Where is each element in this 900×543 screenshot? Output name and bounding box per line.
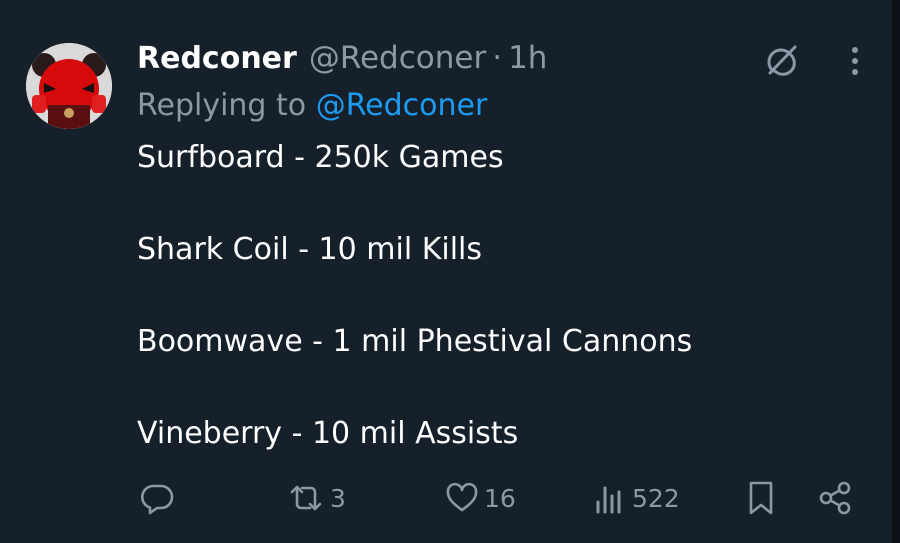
more-icon[interactable] — [846, 44, 864, 78]
like-button[interactable]: 16 — [444, 478, 516, 518]
post-text-line: Shark Coil - 10 mil Kills — [137, 232, 482, 267]
post-text-line: Boomwave - 1 mil Phestival Cannons — [137, 324, 693, 359]
replying-to-handle[interactable]: @Redconer — [316, 88, 488, 123]
views-button[interactable]: 522 — [594, 478, 680, 518]
replying-to: Replying to @Redconer — [137, 88, 487, 123]
scrollbar-edge — [892, 0, 900, 543]
timestamp[interactable]: 1h — [508, 40, 547, 76]
like-icon — [444, 480, 480, 516]
display-name[interactable]: Redconer — [137, 41, 297, 76]
share-button[interactable] — [816, 478, 854, 518]
share-icon — [816, 479, 854, 517]
replying-to-label: Replying to — [137, 88, 307, 123]
avatar[interactable] — [26, 43, 112, 129]
post-text-line: Vineberry - 10 mil Assists — [137, 416, 519, 451]
avatar-image — [26, 43, 112, 129]
views-count: 522 — [632, 483, 680, 513]
repost-icon — [286, 480, 326, 516]
bookmark-button[interactable] — [746, 478, 776, 518]
like-count: 16 — [484, 483, 516, 513]
post-header: Redconer @Redconer · 1h — [137, 40, 547, 80]
reply-button[interactable] — [139, 478, 179, 518]
separator: · — [492, 40, 503, 76]
bookmark-icon — [746, 479, 776, 517]
reply-icon — [139, 480, 175, 516]
views-icon — [594, 480, 628, 516]
user-handle[interactable]: @Redconer — [309, 40, 486, 76]
repost-count: 3 — [330, 483, 346, 513]
repost-button[interactable]: 3 — [286, 478, 346, 518]
grok-icon[interactable] — [764, 42, 800, 78]
post-text-line: Surfboard - 250k Games — [137, 140, 504, 175]
